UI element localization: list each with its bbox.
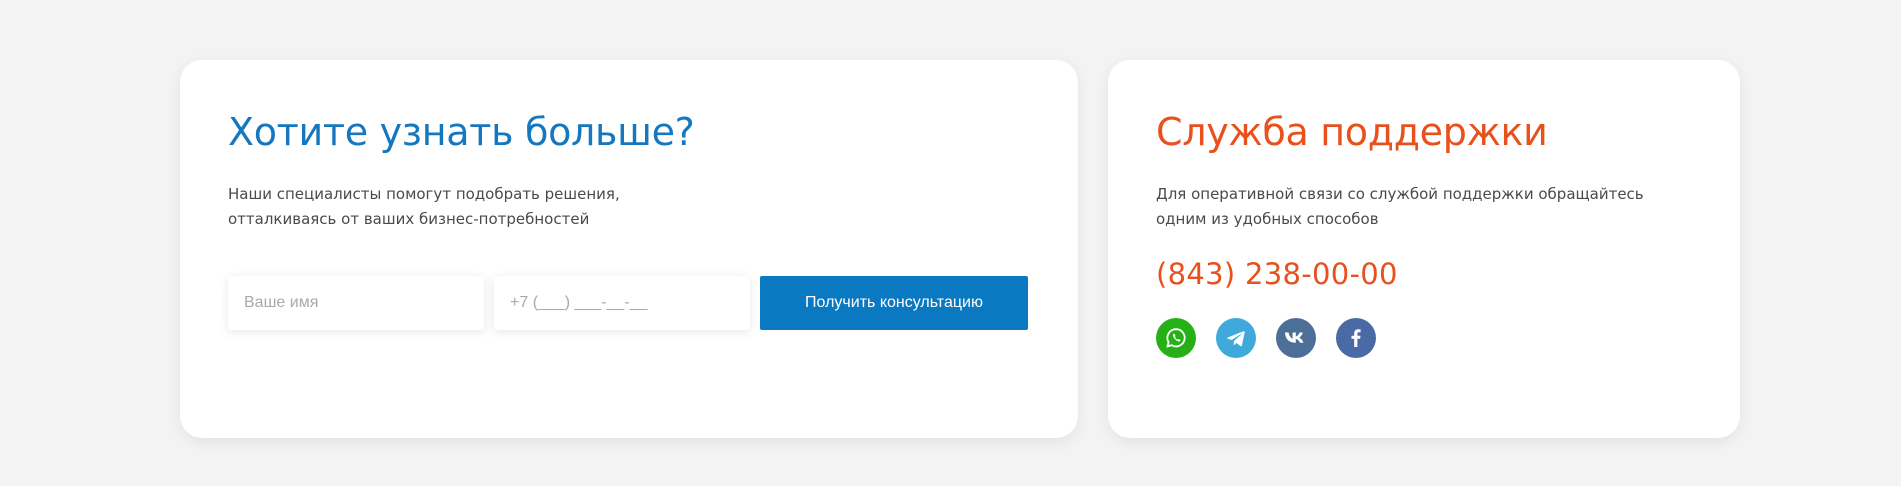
consultation-form: Получить консультацию xyxy=(228,276,1028,330)
consultation-title: Хотите узнать больше? xyxy=(228,110,695,154)
support-title: Служба поддержки xyxy=(1156,110,1548,154)
phone-input[interactable] xyxy=(494,276,750,330)
whatsapp-icon[interactable] xyxy=(1156,318,1196,358)
support-card: Служба поддержки Для оперативной связи с… xyxy=(1108,60,1740,438)
consultation-description: Наши специалисты помогут подобрать решен… xyxy=(228,184,620,228)
facebook-icon[interactable] xyxy=(1336,318,1376,358)
support-description: Для оперативной связи со службой поддерж… xyxy=(1156,184,1644,228)
name-input[interactable] xyxy=(228,276,484,330)
telegram-icon[interactable] xyxy=(1216,318,1256,358)
support-phone[interactable]: (843) 238-00-00 xyxy=(1156,257,1398,291)
vk-icon[interactable] xyxy=(1276,318,1316,358)
consultation-card: Хотите узнать больше? Наши специалисты п… xyxy=(180,60,1078,438)
get-consultation-button[interactable]: Получить консультацию xyxy=(760,276,1028,330)
social-links xyxy=(1156,318,1376,358)
